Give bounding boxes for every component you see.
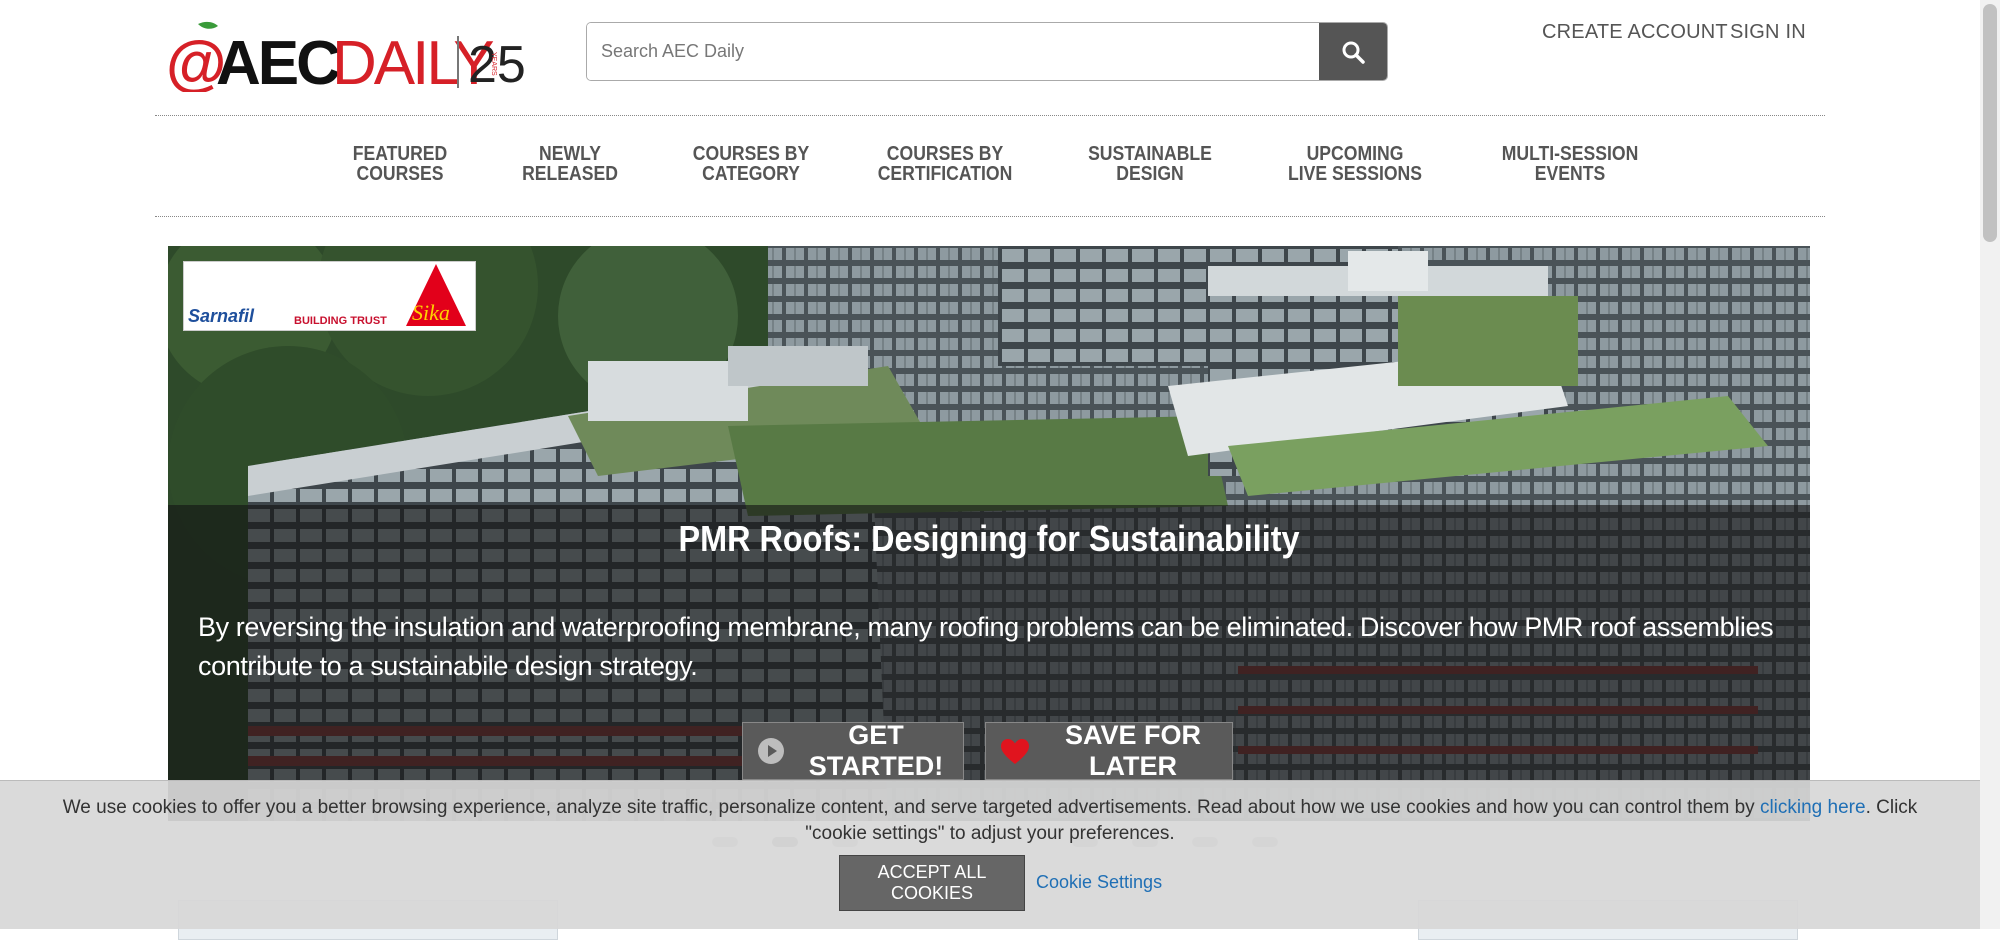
play-circle-icon [757, 737, 785, 765]
course-description: By reversing the insulation and waterpro… [198, 612, 1774, 681]
get-started-button[interactable]: GET STARTED! [742, 720, 964, 781]
sign-in-link[interactable]: SIGN IN [1730, 21, 1806, 44]
featured-course-hero[interactable]: Sarnafil BUILDING TRUST Sika PMR Roofs: … [168, 246, 1810, 821]
create-account-link[interactable]: CREATE ACCOUNT [1542, 21, 1728, 44]
nav-sustainable-design[interactable]: SUSTAINABLE DESIGN [1075, 144, 1225, 184]
nav-multi-session-events[interactable]: MULTI-SESSION EVENTS [1486, 144, 1653, 184]
nav-courses-by-certification[interactable]: COURSES BY CERTIFICATION [866, 144, 1024, 184]
svg-text:Sika: Sika [412, 300, 450, 325]
svg-text:Sarnafil: Sarnafil [188, 306, 255, 326]
logo-aec: AEC [216, 29, 340, 92]
course-title[interactable]: PMR Roofs: Designing for Sustainability [250, 518, 1728, 560]
search-input[interactable] [587, 23, 1319, 80]
logo-years-label: YEARS [490, 52, 497, 76]
cookie-consent-bar: We use cookies to offer you a better bro… [0, 780, 1980, 929]
search-bar [586, 22, 1388, 81]
page-scrollbar[interactable] [1980, 0, 2000, 929]
heart-icon [1000, 738, 1030, 765]
accept-all-cookies-button[interactable]: ACCEPT ALL COOKIES [839, 855, 1025, 911]
aecdaily-logo[interactable]: @ AEC DAILY 25 YEARS [166, 20, 526, 92]
save-for-later-button[interactable]: SAVE FOR LATER [985, 720, 1233, 781]
main-nav: FEATURED COURSES NEWLY RELEASED COURSES BY… [155, 116, 1825, 216]
cookie-policy-link[interactable]: clicking here [1760, 797, 1866, 818]
search-button[interactable] [1319, 23, 1387, 80]
nav-courses-by-category[interactable]: COURSES BY CATEGORY [676, 144, 826, 184]
nav-featured-courses[interactable]: FEATURED COURSES [334, 144, 466, 184]
svg-text:BUILDING TRUST: BUILDING TRUST [294, 315, 387, 327]
search-icon [1342, 41, 1365, 64]
cookie-message: We use cookies to offer you a better bro… [62, 797, 1918, 844]
nav-upcoming-live-sessions[interactable]: UPCOMING LIVE SESSIONS [1267, 144, 1443, 184]
nav-newly-released[interactable]: NEWLY RELEASED [504, 144, 636, 184]
cookie-settings-link[interactable]: Cookie Settings [1036, 872, 1162, 893]
nav-bottom-divider [155, 216, 1825, 217]
scrollbar-thumb[interactable] [1983, 4, 1997, 242]
sponsor-logo[interactable]: Sarnafil BUILDING TRUST Sika [183, 261, 476, 331]
